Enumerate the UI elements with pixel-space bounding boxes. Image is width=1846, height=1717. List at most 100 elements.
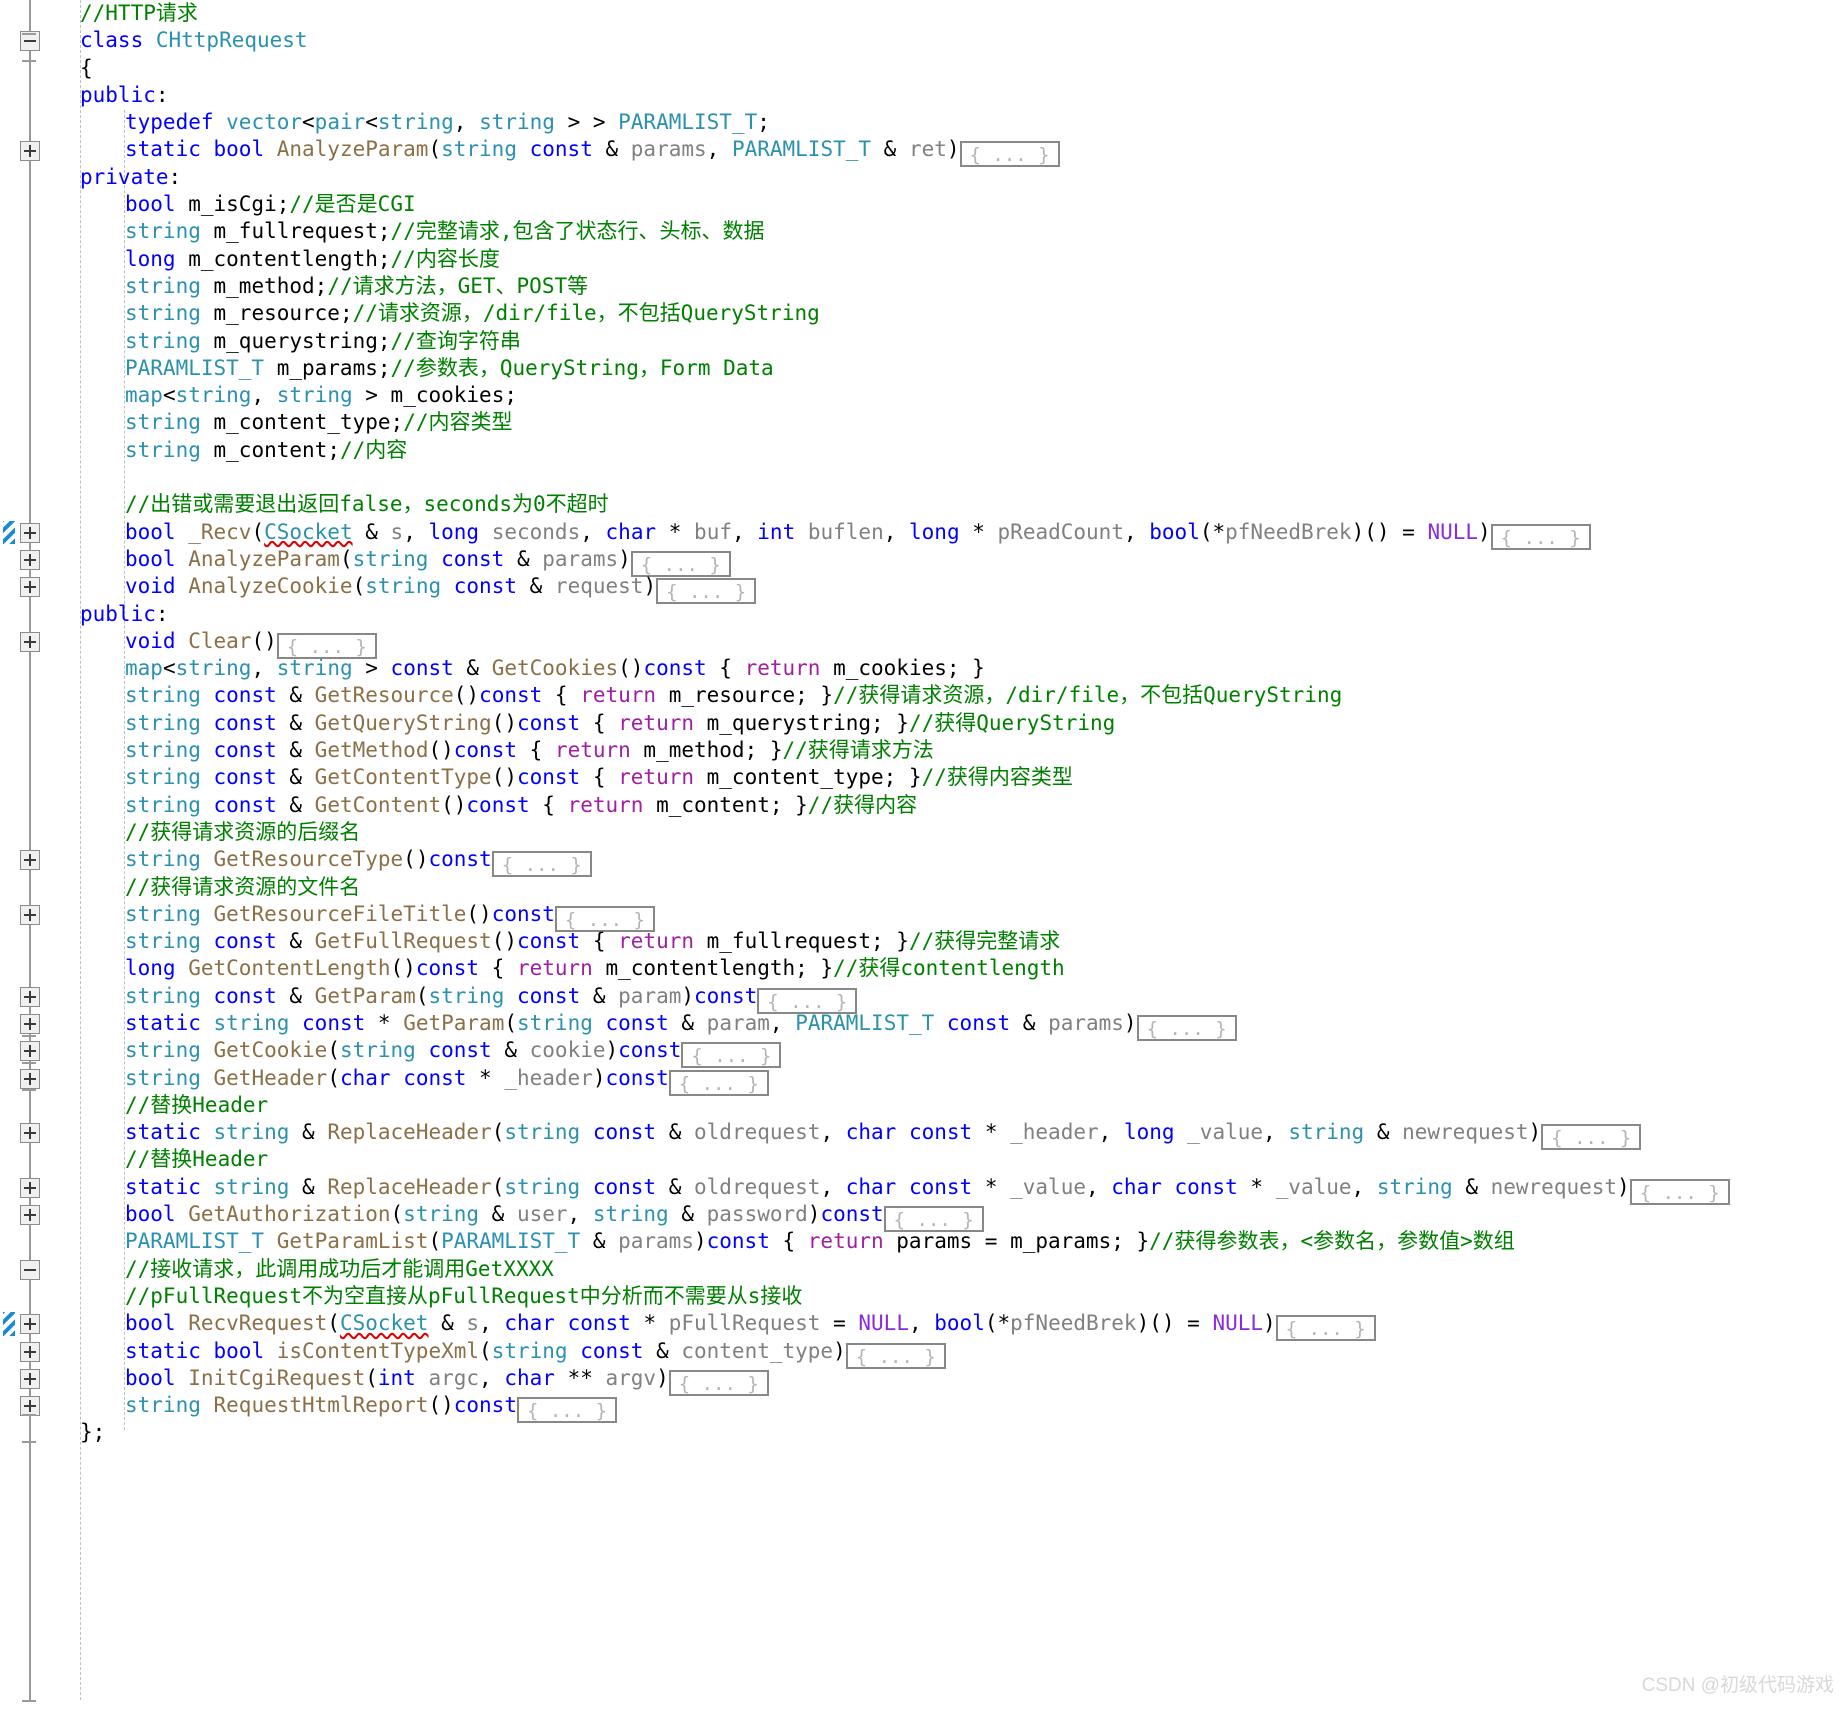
code-line[interactable]: long m_contentlength;//内容长度 [56, 246, 1846, 273]
code-token-kw: const [213, 792, 277, 817]
code-line[interactable]: string const & GetResource()const { retu… [56, 682, 1846, 709]
code-token-pl: * [656, 519, 695, 544]
code-line[interactable]: string m_content_type;//内容类型 [56, 409, 1846, 436]
collapsed-block[interactable]: { ... } [959, 141, 1060, 168]
code-line[interactable]: static string & ReplaceHeader(string con… [56, 1174, 1846, 1205]
fold-expand-button[interactable] [20, 1177, 40, 1198]
code-line[interactable]: }; [56, 1419, 1846, 1446]
code-token-kw: char [504, 1311, 568, 1336]
collapsed-block[interactable]: { ... } [668, 1069, 769, 1096]
fold-expand-button[interactable] [20, 904, 40, 925]
code-line[interactable]: void AnalyzeCookie(string const & reques… [56, 573, 1846, 605]
code-line[interactable]: //接收请求，此调用成功后才能调用GetXXXX [56, 1256, 1846, 1283]
code-token-pl: , [479, 1311, 505, 1336]
code-token-kw: const [592, 1174, 657, 1199]
collapsed-block[interactable]: { ... } [1275, 1315, 1376, 1342]
code-line[interactable]: bool AnalyzeParam(string const & params)… [56, 546, 1846, 577]
code-line[interactable]: static string & ReplaceHeader(string con… [56, 1119, 1846, 1151]
collapsed-block[interactable]: { ... } [1136, 1014, 1237, 1041]
code-line[interactable]: string m_content;//内容 [56, 437, 1846, 464]
code-line[interactable]: string const & GetFullRequest()const { r… [56, 928, 1846, 955]
fold-expand-button[interactable] [20, 631, 40, 652]
code-token-cm: //请求方法，GET、POST等 [327, 273, 589, 298]
code-line[interactable]: string const & GetContentType()const { r… [56, 764, 1846, 791]
code-line[interactable]: string const & GetMethod()const { return… [56, 737, 1846, 764]
code-line[interactable]: string const & GetParam(string const & p… [56, 983, 1846, 1014]
code-token-pl: & [479, 1202, 517, 1227]
code-line[interactable]: bool m_isCgi;//是否是CGI [56, 191, 1846, 218]
code-line[interactable]: void Clear(){ ... } [56, 628, 1846, 659]
code-line[interactable]: //HTTP请求 [56, 0, 1846, 27]
code-line[interactable]: public: [56, 601, 1846, 628]
code-line[interactable]: bool _Recv(CSocket & s, long seconds, ch… [56, 519, 1846, 550]
code-line[interactable]: { [56, 55, 1846, 82]
fold-expand-button[interactable] [20, 1341, 40, 1362]
collapsed-block[interactable]: { ... } [668, 1369, 769, 1396]
fold-collapse-button[interactable] [20, 1259, 40, 1280]
code-line[interactable]: static bool AnalyzeParam(string const & … [56, 136, 1846, 168]
code-token-kw: bool [213, 1338, 277, 1363]
fold-expand-button[interactable] [20, 1014, 40, 1035]
code-line[interactable]: //获得请求资源的后缀名 [56, 819, 1846, 846]
code-line[interactable]: //替换Header [56, 1092, 1846, 1119]
code-token-kw: int [377, 1365, 429, 1390]
fold-expand-button[interactable] [20, 1369, 40, 1389]
code-line[interactable]: map<string, string > m_cookies; [56, 382, 1846, 409]
code-editor[interactable]: //HTTP请求 class CHttpRequest{public: typede… [0, 0, 1846, 1717]
fold-expand-button[interactable] [20, 1068, 40, 1089]
collapsed-block[interactable]: { ... } [1541, 1124, 1642, 1151]
code-line[interactable]: string GetCookie(string const & cookie)c… [56, 1037, 1846, 1069]
code-line[interactable]: string m_method;//请求方法，GET、POST等 [56, 273, 1846, 300]
code-line[interactable]: map<string, string > const & GetCookies(… [56, 655, 1846, 682]
code-line[interactable]: //替换Header [56, 1146, 1846, 1173]
fold-expand-button[interactable] [20, 550, 40, 570]
code-line[interactable]: //出错或需要退出返回false，seconds为0不超时 [56, 491, 1846, 518]
fold-expand-button[interactable] [20, 522, 40, 543]
code-line[interactable]: string GetResourceFileTitle()const{ ... … [56, 901, 1846, 932]
code-line[interactable]: public: [56, 82, 1846, 109]
code-line[interactable]: string m_resource;//请求资源，/dir/file，不包括Qu… [56, 300, 1846, 327]
code-line[interactable]: PARAMLIST_T GetParamList(PARAMLIST_T & p… [56, 1228, 1846, 1255]
code-line[interactable]: PARAMLIST_T m_params;//参数表，QueryString，F… [56, 355, 1846, 382]
collapsed-block[interactable]: { ... } [516, 1397, 618, 1424]
code-line[interactable]: //pFullRequest不为空直接从pFullRequest中分析而不需要从… [56, 1283, 1846, 1310]
fold-expand-button[interactable] [20, 140, 40, 161]
code-line[interactable]: static bool isContentTypeXml(string cons… [56, 1338, 1846, 1369]
collapsed-block[interactable]: { ... } [1490, 523, 1591, 550]
code-line[interactable]: string m_querystring;//查询字符串 [56, 328, 1846, 355]
code-line[interactable]: string RequestHtmlReport()const{ ... } [56, 1392, 1846, 1424]
code-line[interactable]: bool RecvRequest(CSocket & s, char const… [56, 1310, 1846, 1342]
fold-gutter[interactable] [0, 0, 46, 1717]
collapsed-block[interactable]: { ... } [1629, 1178, 1730, 1205]
fold-expand-button[interactable] [20, 1314, 40, 1335]
code-line[interactable]: string const & GetQueryString()const { r… [56, 710, 1846, 737]
code-line[interactable]: string m_fullrequest;//完整请求,包含了状态行、头标、数据 [56, 218, 1846, 245]
code-content[interactable]: //HTTP请求 class CHttpRequest{public: typede… [56, 0, 1846, 1447]
code-line[interactable]: string const & GetContent()const { retur… [56, 792, 1846, 819]
code-line[interactable]: class CHttpRequest [56, 27, 1846, 54]
collapsed-block[interactable]: { ... } [491, 851, 592, 878]
code-token-pl: () [428, 1393, 454, 1418]
collapsed-block[interactable]: { ... } [845, 1342, 946, 1369]
fold-expand-button[interactable] [20, 577, 40, 598]
code-token-ty: string [125, 219, 214, 244]
code-line[interactable]: string GetHeader(char const * _header)co… [56, 1065, 1846, 1096]
code-line[interactable] [56, 464, 1846, 491]
code-token-pl: m_contentlength [188, 246, 378, 271]
code-line[interactable]: string GetResourceType()const{ ... } [56, 846, 1846, 878]
fold-expand-button[interactable] [20, 850, 40, 871]
code-line[interactable]: //获得请求资源的文件名 [56, 874, 1846, 901]
fold-expand-button[interactable] [20, 1205, 40, 1226]
code-line[interactable]: private: [56, 164, 1846, 191]
fold-expand-button[interactable] [20, 986, 40, 1007]
fold-expand-button[interactable] [20, 1123, 40, 1144]
fold-expand-button[interactable] [20, 1041, 40, 1062]
code-line[interactable]: long GetContentLength()const { return m_… [56, 955, 1846, 982]
code-line[interactable]: bool InitCgiRequest(int argc, char ** ar… [56, 1365, 1846, 1396]
code-line[interactable]: bool GetAuthorization(string & user, str… [56, 1201, 1846, 1233]
code-line[interactable]: typedef vector<pair<string, string > > P… [56, 109, 1846, 136]
collapsed-block[interactable]: { ... } [656, 578, 757, 605]
code-line[interactable]: static string const * GetParam(string co… [56, 1010, 1846, 1041]
code-token-id: params [542, 546, 619, 571]
code-token-pl: { [769, 1229, 808, 1254]
